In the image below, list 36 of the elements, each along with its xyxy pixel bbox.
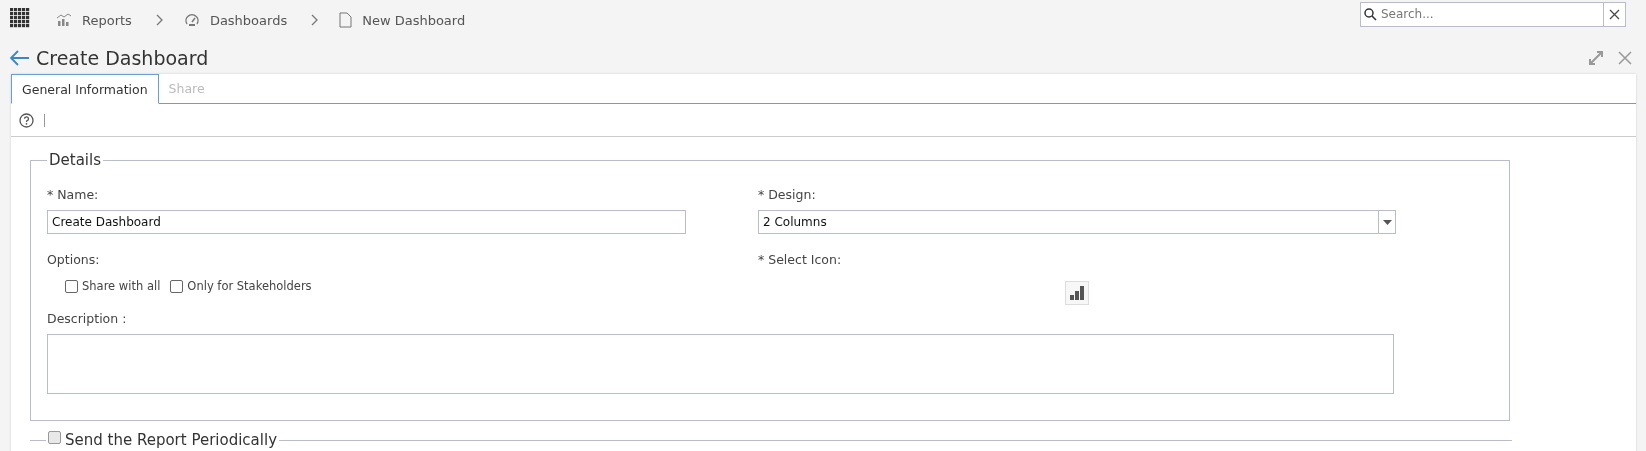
section-legend: Details [47,151,103,169]
clear-button[interactable] [1603,1,1626,27]
app-grid-icon[interactable] [10,8,30,28]
field-label: * Name: [47,187,100,202]
name-field[interactable]: Create Dashboard [47,210,686,234]
chevron-icon [311,14,320,26]
help-icon[interactable] [19,112,34,128]
icon-picker-button[interactable] [1065,281,1089,305]
field-label: Options: [47,252,101,267]
field-label: * Design: [758,187,817,202]
checkbox-label: Share with all [82,279,161,293]
expand-icon[interactable] [1588,50,1604,66]
description-field[interactable] [47,334,1394,394]
checkbox[interactable] [65,279,78,293]
close-icon [1609,8,1620,20]
breadcrumb-link[interactable]: New Dashboard [362,12,466,28]
checkbox[interactable] [48,430,61,444]
back-arrow-icon[interactable] [10,50,30,66]
page-title: Create Dashboard [36,47,209,69]
gauge-icon [183,12,200,28]
tab[interactable]: General Information [11,74,159,104]
caret-icon [1382,219,1392,225]
chart-icon [56,13,72,27]
bar-chart-icon [1070,286,1084,300]
checkbox[interactable] [170,279,184,293]
field-label: Description : [47,311,128,326]
field-label: * Select Icon: [758,252,843,267]
checkbox-label: Only for Stakeholders [187,279,312,293]
search-field[interactable]: Search... [1360,1,1603,27]
design-dropdown[interactable]: 2 Columns [758,210,1396,234]
chevron-icon [155,14,164,26]
breadcrumb-link[interactable]: Reports [82,12,132,28]
breadcrumb-link[interactable]: Dashboards [209,12,288,28]
section-legend: Send the Report Periodically [65,431,277,449]
document-icon [339,12,353,28]
close-icon[interactable] [1618,51,1632,65]
